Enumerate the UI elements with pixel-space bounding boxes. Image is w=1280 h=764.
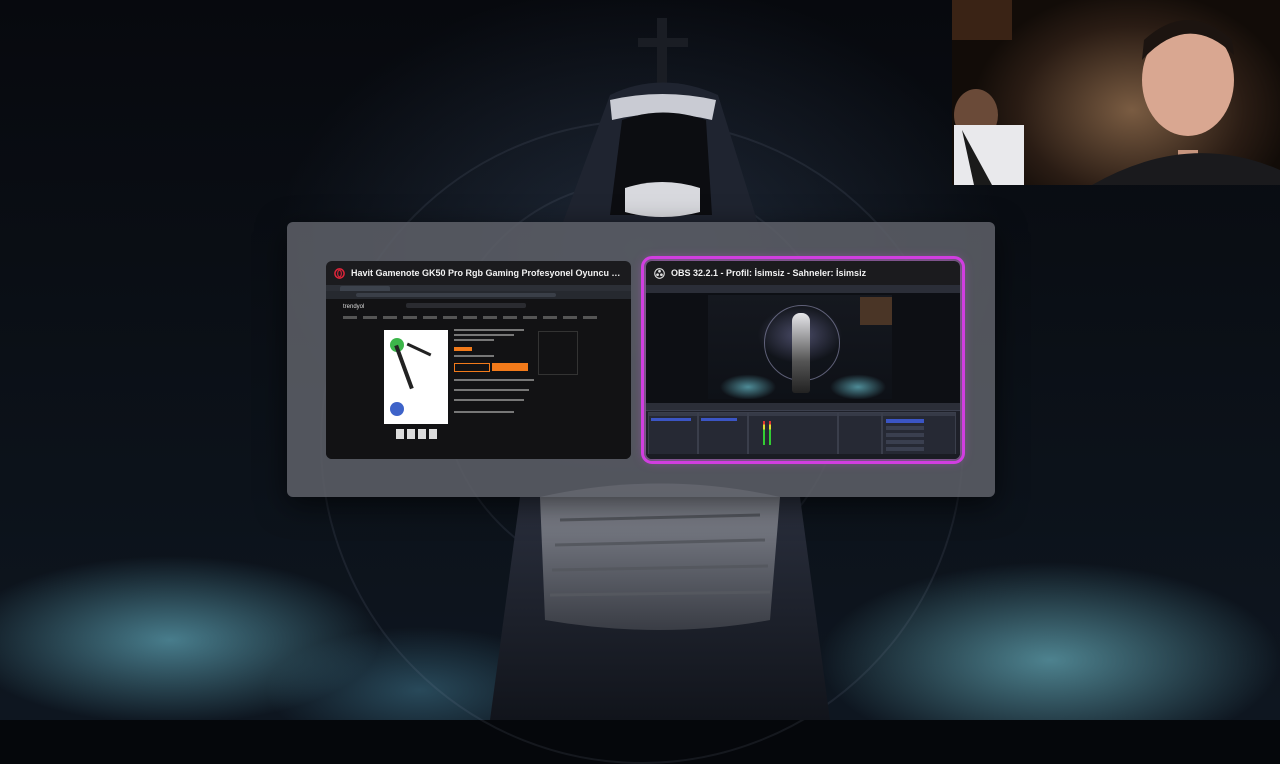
window-card-title-bar: Havit Gamenote GK50 Pro Rgb Gaming Profe… — [326, 261, 631, 285]
add-to-cart-button — [492, 363, 528, 371]
obs-menubar — [646, 285, 960, 293]
site-search-box — [406, 303, 526, 308]
opera-gx-icon — [334, 267, 345, 279]
obs-docks — [646, 403, 960, 459]
window-thumbnail-browser: trendyol — [326, 285, 631, 459]
window-card-title-bar: OBS 32.2.1 - Profil: İsimsiz - Sahneler:… — [646, 261, 960, 285]
product-image — [384, 330, 448, 424]
window-thumbnail-obs — [646, 285, 960, 459]
product-price — [454, 347, 472, 351]
buy-now-button — [454, 363, 490, 372]
site-logo: trendyol — [343, 304, 365, 310]
obs-preview — [646, 293, 960, 403]
product-thumbnails — [396, 429, 437, 439]
site-nav-row — [343, 316, 603, 319]
obs-icon — [654, 267, 665, 279]
seller-box — [538, 331, 578, 375]
window-title: Havit Gamenote GK50 Pro Rgb Gaming Profe… — [351, 268, 623, 278]
webcam-overlay — [952, 0, 1280, 185]
window-card-obs[interactable]: OBS 32.2.1 - Profil: İsimsiz - Sahneler:… — [641, 256, 965, 464]
alt-tab-switcher: Havit Gamenote GK50 Pro Rgb Gaming Profe… — [287, 222, 995, 497]
window-title: OBS 32.2.1 - Profil: İsimsiz - Sahneler:… — [671, 268, 867, 278]
window-card-browser[interactable]: Havit Gamenote GK50 Pro Rgb Gaming Profe… — [326, 261, 631, 459]
